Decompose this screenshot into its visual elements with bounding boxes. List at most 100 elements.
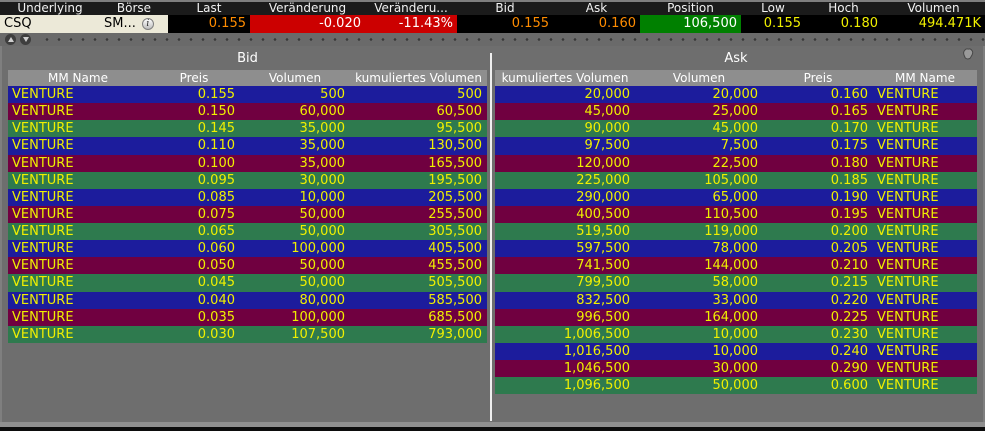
ask-cell-cum: 120,000	[495, 155, 635, 172]
ask-row[interactable]: 1,096,50050,0000.600VENTURE	[495, 377, 977, 394]
ask-cell-price: 0.185	[763, 172, 873, 189]
bid-cell-price: 0.060	[148, 240, 240, 257]
quote-header-hoch[interactable]: Hoch	[805, 2, 882, 15]
bid-cell-mm: VENTURE	[8, 120, 148, 137]
quote-value-position: 106,500	[683, 16, 737, 31]
quote-header-volumen[interactable]: Volumen	[882, 2, 985, 15]
bid-row[interactable]: VENTURE0.05050,000455,500	[8, 257, 487, 274]
quote-cell-position[interactable]: 106,500	[640, 15, 741, 33]
ask-cell-mm: VENTURE	[873, 257, 977, 274]
quote-cell-bid[interactable]: 0.155	[457, 15, 553, 33]
bid-row[interactable]: VENTURE0.155500500	[8, 86, 487, 103]
bid-cell-price: 0.045	[148, 274, 240, 291]
bid-row[interactable]: VENTURE0.04550,000505,500	[8, 274, 487, 291]
ask-row[interactable]: 290,00065,0000.190VENTURE	[495, 189, 977, 206]
ask-row[interactable]: 1,016,50010,0000.240VENTURE	[495, 343, 977, 360]
bid-row[interactable]: VENTURE0.15060,00060,500	[8, 103, 487, 120]
quote-cell-veraenderung[interactable]: -0.020	[250, 15, 365, 33]
ask-row[interactable]: 225,000105,0000.185VENTURE	[495, 172, 977, 189]
quote-value-row: CSQSM...i0.155-0.020-11.43%0.1550.160106…	[0, 15, 985, 33]
quote-header-underlying[interactable]: Underlying	[0, 2, 100, 15]
bid-row[interactable]: VENTURE0.04080,000585,500	[8, 292, 487, 309]
ask-row[interactable]: 20,00020,0000.160VENTURE	[495, 86, 977, 103]
quote-header-bid[interactable]: Bid	[457, 2, 553, 15]
bid-row[interactable]: VENTURE0.030107,500793,000	[8, 326, 487, 343]
bid-cell-mm: VENTURE	[8, 86, 148, 103]
bid-column-headers: MM NamePreisVolumenkumuliertes Volumen	[8, 70, 487, 86]
ask-row[interactable]: 519,500119,0000.200VENTURE	[495, 223, 977, 240]
ask-cell-cum: 1,096,500	[495, 377, 635, 394]
ask-cell-cum: 597,500	[495, 240, 635, 257]
bid-row[interactable]: VENTURE0.07550,000255,500	[8, 206, 487, 223]
quote-header-low[interactable]: Low	[741, 2, 805, 15]
ask-rows: 20,00020,0000.160VENTURE45,00025,0000.16…	[495, 86, 977, 394]
quote-cell-underlying[interactable]: CSQ	[0, 15, 100, 33]
quote-cell-ask[interactable]: 0.160	[553, 15, 640, 33]
ask-row[interactable]: 741,500144,0000.210VENTURE	[495, 257, 977, 274]
quote-cell-volumen[interactable]: 494.471K	[882, 15, 985, 33]
ask-cell-price: 0.225	[763, 309, 873, 326]
ask-cell-cum: 97,500	[495, 137, 635, 154]
quote-header-boerse[interactable]: Börse	[100, 2, 168, 15]
ask-row[interactable]: 799,50058,0000.215VENTURE	[495, 274, 977, 291]
ask-row[interactable]: 832,50033,0000.220VENTURE	[495, 292, 977, 309]
quote-cell-boerse[interactable]: SM...i	[100, 15, 168, 33]
bid-cell-volume: 50,000	[240, 257, 350, 274]
bid-cell-mm: VENTURE	[8, 172, 148, 189]
bid-cell-volume: 10,000	[240, 189, 350, 206]
bid-row[interactable]: VENTURE0.14535,00095,500	[8, 120, 487, 137]
ask-cell-volume: 22,500	[635, 155, 763, 172]
ask-row[interactable]: 400,500110,5000.195VENTURE	[495, 206, 977, 223]
ask-row[interactable]: 90,00045,0000.170VENTURE	[495, 120, 977, 137]
bid-cell-mm: VENTURE	[8, 206, 148, 223]
ask-cell-price: 0.230	[763, 326, 873, 343]
ask-cell-mm: VENTURE	[873, 240, 977, 257]
quote-value-low: 0.155	[764, 16, 801, 31]
bid-row[interactable]: VENTURE0.06550,000305,500	[8, 223, 487, 240]
bid-row[interactable]: VENTURE0.08510,000205,500	[8, 189, 487, 206]
panel-divider[interactable]	[490, 53, 492, 421]
quote-header-last[interactable]: Last	[168, 2, 250, 15]
scroll-up-button[interactable]	[5, 34, 16, 45]
ask-cell-volume: 58,000	[635, 274, 763, 291]
bid-row[interactable]: VENTURE0.035100,000685,500	[8, 309, 487, 326]
bid-row[interactable]: VENTURE0.060100,000405,500	[8, 240, 487, 257]
quote-cell-hoch[interactable]: 0.180	[805, 15, 882, 33]
ask-row[interactable]: 1,046,50030,0000.290VENTURE	[495, 360, 977, 377]
bid-cell-volume: 30,000	[240, 172, 350, 189]
ask-cell-price: 0.240	[763, 343, 873, 360]
bid-cell-price: 0.030	[148, 326, 240, 343]
bid-cell-mm: VENTURE	[8, 155, 148, 172]
scroll-down-button[interactable]	[20, 34, 31, 45]
bid-row[interactable]: VENTURE0.09530,000195,500	[8, 172, 487, 189]
ask-row[interactable]: 996,500164,0000.225VENTURE	[495, 309, 977, 326]
ask-row[interactable]: 597,50078,0000.205VENTURE	[495, 240, 977, 257]
info-icon[interactable]: i	[142, 18, 154, 30]
quote-cell-last[interactable]: 0.155	[168, 15, 250, 33]
bid-row[interactable]: VENTURE0.11035,000130,500	[8, 137, 487, 154]
ask-cell-cum: 741,500	[495, 257, 635, 274]
ask-cell-price: 0.195	[763, 206, 873, 223]
bid-row[interactable]: VENTURE0.10035,000165,500	[8, 155, 487, 172]
bid-cell-price: 0.150	[148, 103, 240, 120]
ask-cell-volume: 119,000	[635, 223, 763, 240]
ask-cell-cum: 90,000	[495, 120, 635, 137]
bid-cell-price: 0.075	[148, 206, 240, 223]
quote-cell-veraenderung-pct[interactable]: -11.43%	[365, 15, 457, 33]
splitter-bar[interactable]	[0, 33, 985, 46]
quote-header-veraenderung-pct[interactable]: Veränderu...	[365, 2, 457, 15]
bid-cell-volume: 35,000	[240, 155, 350, 172]
ask-row[interactable]: 45,00025,0000.165VENTURE	[495, 103, 977, 120]
quote-header-position[interactable]: Position	[640, 2, 741, 15]
hand-tool-icon[interactable]	[961, 47, 975, 61]
ask-row[interactable]: 1,006,50010,0000.230VENTURE	[495, 326, 977, 343]
ask-row[interactable]: 120,00022,5000.180VENTURE	[495, 155, 977, 172]
quote-header-ask[interactable]: Ask	[553, 2, 640, 15]
splitter-dots-handle[interactable]	[41, 34, 985, 45]
ask-row[interactable]: 97,5007,5000.175VENTURE	[495, 137, 977, 154]
ask-cell-mm: VENTURE	[873, 360, 977, 377]
ask-cell-price: 0.220	[763, 292, 873, 309]
quote-header-veraenderung[interactable]: Veränderung	[250, 2, 365, 15]
ask-cell-volume: 50,000	[635, 377, 763, 394]
quote-cell-low[interactable]: 0.155	[741, 15, 805, 33]
